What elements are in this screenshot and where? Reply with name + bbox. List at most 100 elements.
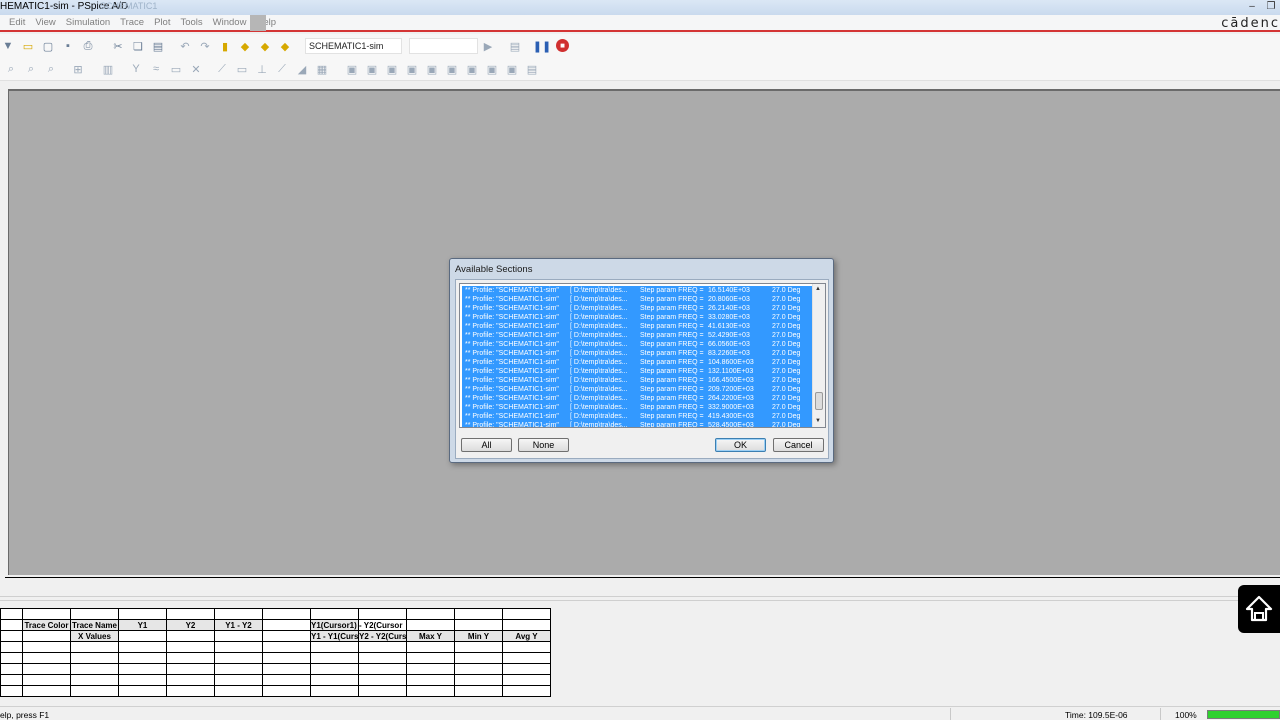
mark-label-3-icon[interactable]: ▣ [384, 61, 400, 77]
home-button[interactable] [1238, 585, 1280, 633]
ok-button[interactable]: OK [715, 438, 766, 452]
simulation-profile-select[interactable]: SCHEMATIC1-sim [305, 38, 402, 54]
section-row[interactable]: ** Profile: "SCHEMATIC1-sim" [ D:\temp\tr… [462, 358, 818, 367]
voltage-marker-icon[interactable]: ◆ [237, 38, 253, 54]
section-value: 332.9000E+03 [708, 404, 754, 411]
mark-label-8-icon[interactable]: ▣ [484, 61, 500, 77]
sections-listbox[interactable]: ** Profile: "SCHEMATIC1-sim" [ D:\temp\tr… [459, 283, 826, 428]
add-trace-icon[interactable]: Y [128, 61, 144, 77]
section-step: Step param FREQ = [640, 422, 704, 428]
section-row[interactable]: ** Profile: "SCHEMATIC1-sim" [ D:\temp\tr… [462, 331, 818, 340]
table-row [0, 608, 551, 620]
cursor-icon[interactable]: ⟋ [214, 61, 230, 77]
section-path: [ D:\temp\tra\des... [570, 422, 628, 428]
table-cell [406, 663, 455, 675]
log-x-icon[interactable]: ⊞ [70, 61, 86, 77]
section-row[interactable]: ** Profile: "SCHEMATIC1-sim" [ D:\temp\tr… [462, 322, 818, 331]
menu-item-simulation[interactable]: Simulation [61, 17, 115, 28]
section-row[interactable]: ** Profile: "SCHEMATIC1-sim" [ D:\temp\tr… [462, 376, 818, 385]
menu-bar: Edit View Simulation Trace Plot Tools Window He… [0, 15, 1280, 32]
section-path: [ D:\temp\tra\des... [570, 341, 628, 348]
section-row[interactable]: ** Profile: "SCHEMATIC1-sim" [ D:\temp\tr… [462, 313, 818, 322]
cursor-max-icon[interactable]: ▦ [314, 61, 330, 77]
cursor-slope-icon[interactable]: ⟋ [274, 61, 290, 77]
stop-icon[interactable]: ■ [556, 39, 569, 52]
new-file-icon[interactable]: ▢ [40, 38, 56, 54]
paste-icon[interactable]: ▤ [150, 38, 166, 54]
cursor-min-icon[interactable]: ◢ [294, 61, 310, 77]
scroll-down-icon[interactable]: ▼ [815, 418, 821, 424]
settings-icon[interactable]: ▤ [507, 38, 523, 54]
zoom-in-icon[interactable]: ⌕ [23, 61, 39, 77]
scroll-up-icon[interactable]: ▲ [815, 286, 821, 292]
secondary-select[interactable] [409, 38, 478, 54]
zoom-fit-icon[interactable]: ⌕ [3, 61, 19, 77]
cursor-peak-icon[interactable]: ▭ [234, 61, 250, 77]
section-row[interactable]: ** Profile: "SCHEMATIC1-sim" [ D:\temp\tr… [462, 412, 818, 421]
mark-label-7-icon[interactable]: ▣ [464, 61, 480, 77]
redo-icon[interactable]: ↷ [197, 38, 213, 54]
section-row[interactable]: ** Profile: "SCHEMATIC1-sim" [ D:\temp\tr… [462, 394, 818, 403]
section-profile: ** Profile: "SCHEMATIC1-sim" [465, 413, 559, 420]
undo-icon[interactable]: ↶ [177, 38, 193, 54]
scroll-thumb[interactable] [815, 392, 823, 410]
minimize-icon[interactable]: – [1247, 1, 1257, 12]
label-icon[interactable]: ▭ [168, 61, 184, 77]
menu-item-trace[interactable]: Trace [115, 17, 149, 28]
marker-icon[interactable]: ▮ [217, 38, 233, 54]
mark-label-10-icon[interactable]: ▤ [524, 61, 540, 77]
all-button[interactable]: All [461, 438, 512, 452]
section-row[interactable]: ** Profile: "SCHEMATIC1-sim" [ D:\temp\tr… [462, 421, 818, 428]
mark-label-1-icon[interactable]: ▣ [344, 61, 360, 77]
performance-icon[interactable]: ≈ [148, 61, 164, 77]
section-row[interactable]: ** Profile: "SCHEMATIC1-sim" [ D:\temp\tr… [462, 304, 818, 313]
menu-item-window[interactable]: Window [208, 17, 252, 28]
copy-icon[interactable]: ❏ [130, 38, 146, 54]
restore-icon[interactable]: ❐ [1266, 1, 1276, 12]
cut-icon[interactable]: ✂ [110, 38, 126, 54]
menu-item-edit[interactable]: Edit [4, 17, 30, 28]
dropdown-arrow-icon[interactable]: ▼ [0, 38, 16, 54]
section-profile: ** Profile: "SCHEMATIC1-sim" [465, 350, 559, 357]
table-cell [262, 641, 311, 653]
section-row[interactable]: ** Profile: "SCHEMATIC1-sim" [ D:\temp\tr… [462, 286, 818, 295]
menu-item-plot[interactable]: Plot [149, 17, 175, 28]
zoom-out-icon[interactable]: ⌕ [43, 61, 59, 77]
table-cell [0, 685, 23, 697]
none-button[interactable]: None [518, 438, 569, 452]
delete-trace-icon[interactable]: ✕ [188, 61, 204, 77]
mark-label-4-icon[interactable]: ▣ [404, 61, 420, 77]
listbox-scrollbar[interactable]: ▲ ▼ [812, 284, 825, 427]
pause-icon[interactable]: ❚❚ [533, 38, 551, 54]
table-cell: Min Y [454, 630, 503, 642]
section-step: Step param FREQ = [640, 305, 704, 312]
fourier-icon[interactable]: ▥ [100, 61, 116, 77]
section-row[interactable]: ** Profile: "SCHEMATIC1-sim" [ D:\temp\tr… [462, 349, 818, 358]
cursor-trough-icon[interactable]: ⊥ [254, 61, 270, 77]
power-marker-icon[interactable]: ◆ [277, 38, 293, 54]
section-row[interactable]: ** Profile: "SCHEMATIC1-sim" [ D:\temp\tr… [462, 295, 818, 304]
section-row[interactable]: ** Profile: "SCHEMATIC1-sim" [ D:\temp\tr… [462, 340, 818, 349]
pane-divider[interactable] [5, 577, 1280, 578]
table-cell [166, 674, 215, 686]
save-icon[interactable]: ▪ [60, 38, 76, 54]
table-cell [502, 608, 551, 620]
mark-label-9-icon[interactable]: ▣ [504, 61, 520, 77]
section-value: 264.2200E+03 [708, 395, 754, 402]
mark-label-6-icon[interactable]: ▣ [444, 61, 460, 77]
section-row[interactable]: ** Profile: "SCHEMATIC1-sim" [ D:\temp\tr… [462, 403, 818, 412]
menu-item-view[interactable]: View [30, 17, 60, 28]
current-marker-icon[interactable]: ◆ [257, 38, 273, 54]
table-cell [22, 674, 71, 686]
mark-label-2-icon[interactable]: ▣ [364, 61, 380, 77]
menu-extra-box [250, 15, 266, 31]
section-path: [ D:\temp\tra\des... [570, 323, 628, 330]
cancel-button[interactable]: Cancel [773, 438, 824, 452]
menu-item-tools[interactable]: Tools [175, 17, 207, 28]
section-row[interactable]: ** Profile: "SCHEMATIC1-sim" [ D:\temp\tr… [462, 385, 818, 394]
section-row[interactable]: ** Profile: "SCHEMATIC1-sim" [ D:\temp\tr… [462, 367, 818, 376]
mark-label-5-icon[interactable]: ▣ [424, 61, 440, 77]
open-folder-icon[interactable]: ▭ [20, 38, 36, 54]
print-icon[interactable]: ⎙ [80, 38, 96, 54]
run-icon[interactable]: ▶ [480, 38, 496, 54]
